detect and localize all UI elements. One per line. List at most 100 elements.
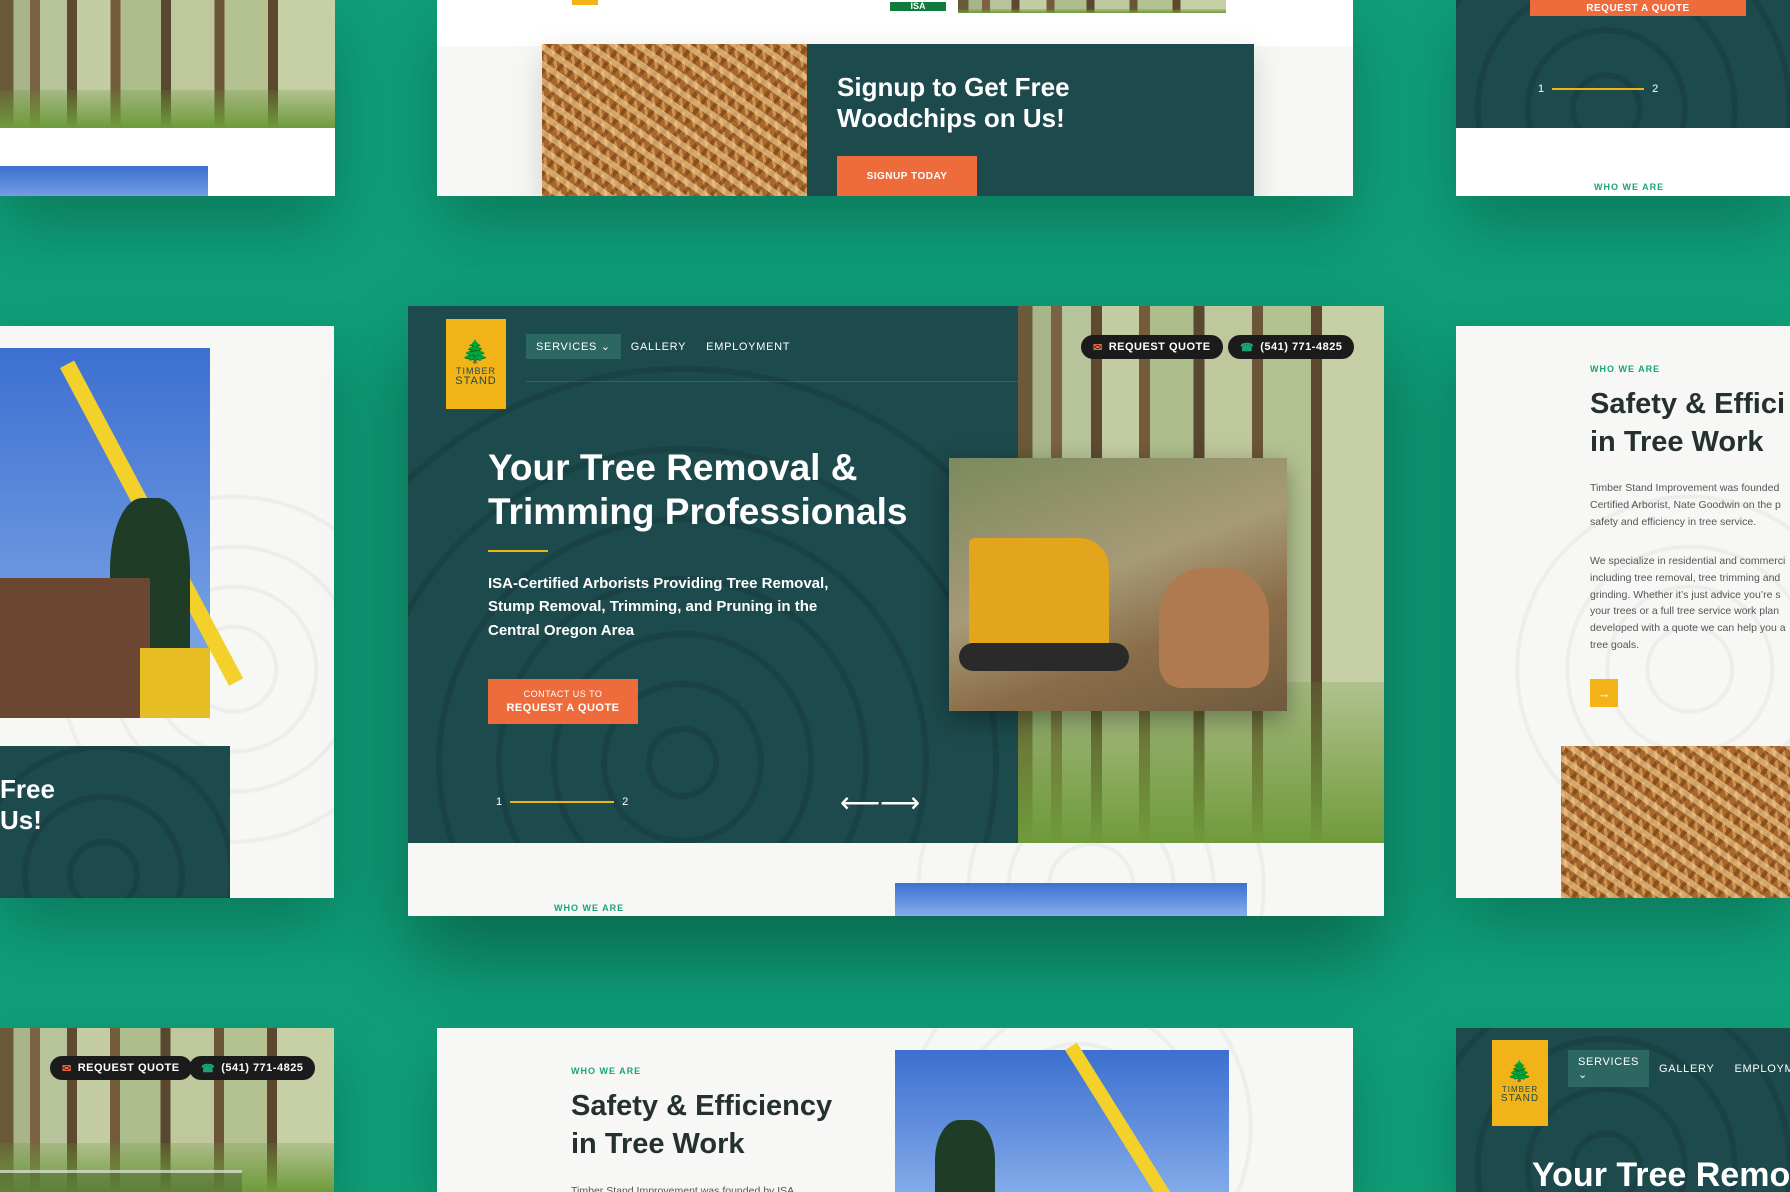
- nav-services[interactable]: SERVICES ⌄: [526, 334, 621, 359]
- hero-title-line2: Trimming Professionals: [488, 491, 908, 533]
- cta-small-label: CONTACT US TO: [523, 689, 603, 699]
- portfolio-mockup-background: { "brand": { "name_top": "TIMBER", "name…: [0, 0, 1790, 1192]
- stump-grinder-photo: [949, 458, 1287, 711]
- signup-title-line2: Woodchips on Us!: [837, 103, 1065, 134]
- p1-line: Certified Arborist, Nate Goodwin on the …: [1590, 498, 1781, 511]
- forest-photo: [0, 1028, 334, 1192]
- card-top-left: [0, 0, 335, 196]
- chevron-down-icon: ⌄: [1578, 1069, 1588, 1081]
- slide-progress-bar: [1552, 88, 1645, 90]
- slide-end: 2: [1652, 83, 1659, 95]
- phone-icon: ☎: [201, 1062, 216, 1075]
- hero-fragment: [1456, 0, 1790, 128]
- prev-arrow-icon[interactable]: ⟵: [840, 786, 880, 819]
- crane-photo: [0, 348, 244, 718]
- who-we-are-eyebrow: WHO WE ARE: [1594, 182, 1665, 192]
- who-we-are-eyebrow: WHO WE ARE: [554, 903, 625, 913]
- signup-title: Signup to Get Free Woodchips on Us!: [837, 72, 1070, 134]
- phone-pill[interactable]: ☎ (541) 771-4825: [189, 1056, 316, 1080]
- envelope-icon: ✉: [62, 1062, 72, 1075]
- about-strip: WHO WE ARE: [408, 843, 1384, 916]
- pine-trees-icon: 🌲: [461, 339, 491, 364]
- who-we-are-eyebrow: WHO WE ARE: [1590, 364, 1661, 374]
- about-title-line1: Safety & Effici: [1590, 388, 1785, 420]
- nav-gallery[interactable]: GALLERY: [1649, 1057, 1724, 1081]
- chevron-down-icon: ⌄: [600, 341, 611, 353]
- arrow-right-button[interactable]: →: [1590, 679, 1618, 707]
- nav-services[interactable]: SERVICES ⌄: [1568, 1050, 1650, 1087]
- slide-end: 2: [622, 796, 629, 808]
- p2-line: We specialize in residential and commerc…: [1590, 555, 1786, 567]
- p2-line: including tree removal, tree trimming an…: [1590, 571, 1781, 584]
- who-we-are-eyebrow: WHO WE ARE: [571, 1066, 642, 1076]
- signup-title-partial: Free Us!: [0, 774, 55, 836]
- phone-pill[interactable]: ☎ (541) 771-4825: [1228, 335, 1355, 359]
- about-paragraph-2: We specialize in residential and commerc…: [1590, 553, 1786, 654]
- signup-banner-fragment: Free Us!: [0, 746, 230, 898]
- crane-photo-edge: [895, 883, 1247, 916]
- phone-label: (541) 771-4825: [1260, 341, 1343, 353]
- card-bottom-right: 🌲 TIMBER STAND SERVICES ⌄ GALLERY EMPLOY…: [1456, 1028, 1790, 1192]
- request-quote-pill[interactable]: ✉ REQUEST QUOTE: [50, 1056, 192, 1080]
- main-nav: SERVICES ⌄ GALLERY EMPLOYMENT: [1568, 1050, 1790, 1087]
- forest-photo: [0, 0, 335, 128]
- nav-gallery[interactable]: GALLERY: [621, 335, 696, 359]
- photo-frame: [0, 1170, 242, 1192]
- phone-label: (541) 771-4825: [221, 1062, 304, 1074]
- request-a-quote-cta[interactable]: CONTACT US TO REQUEST A QUOTE: [488, 679, 638, 724]
- request-quote-button-partial[interactable]: REQUEST A QUOTE: [1530, 0, 1746, 16]
- photo-strip: [958, 0, 1226, 13]
- timber-stand-logo[interactable]: 🌲 TIMBER STAND: [1492, 1040, 1548, 1126]
- crane-cab: [140, 648, 210, 718]
- next-arrow-icon[interactable]: ⟶: [880, 786, 920, 819]
- about-paragraph-1: Timber Stand Improvement was founded Cer…: [1590, 480, 1781, 530]
- p1-line: safety and efficiency in tree service.: [1590, 515, 1757, 528]
- signup-button[interactable]: SIGNUP TODAY: [837, 156, 977, 196]
- crane-boom: [1065, 1042, 1194, 1192]
- main-nav: SERVICES ⌄ GALLERY EMPLOYMENT: [526, 334, 800, 359]
- grinder-machine: [969, 538, 1109, 658]
- about-title-line1: Safety & Efficiency: [571, 1090, 833, 1122]
- card-middle-left: Free Us!: [0, 326, 334, 898]
- stump: [1159, 568, 1269, 688]
- hero-slide-indicator[interactable]: 1 2: [496, 796, 628, 808]
- slide-start: 1: [496, 796, 503, 808]
- nav-employment[interactable]: EMPLOYMENT: [1724, 1057, 1790, 1081]
- card-top-right: REQUEST A QUOTE 1 2 WHO WE ARE: [1456, 0, 1790, 196]
- hero-title-line1: Your Tree Removal &: [488, 447, 858, 488]
- house-shape: [0, 578, 150, 718]
- request-quote-pill[interactable]: ✉ REQUEST QUOTE: [1081, 335, 1223, 359]
- p2-line: tree goals.: [1590, 638, 1640, 651]
- about-paragraph-partial: Timber Stand Improvement was founded by …: [571, 1185, 795, 1192]
- tree-shape: [935, 1120, 995, 1192]
- request-quote-label: REQUEST QUOTE: [1108, 341, 1211, 353]
- card-bottom-left: ✉ REQUEST QUOTE ☎ (541) 771-4825: [0, 1028, 334, 1192]
- woodchips-image: [542, 44, 807, 196]
- phone-icon: ☎: [1240, 341, 1255, 354]
- envelope-icon: ✉: [1093, 341, 1103, 354]
- p2-line: developed with a quote we can help you a: [1590, 622, 1786, 635]
- signup-partial-line2: Us!: [0, 805, 42, 836]
- logo-text-bottom: STAND: [455, 375, 497, 387]
- gold-marker: [572, 0, 598, 5]
- crane-photo: [895, 1042, 1229, 1192]
- slide-indicator[interactable]: 1 2: [1538, 83, 1658, 95]
- signup-banner: Signup to Get Free Woodchips on Us! SIGN…: [542, 44, 1254, 196]
- request-quote-label: REQUEST QUOTE: [77, 1062, 180, 1074]
- hero-title-partial: Your Tree Remo: [1532, 1156, 1790, 1192]
- about-title-line2: in Tree Work: [1590, 425, 1764, 458]
- card-bottom-center: WHO WE ARE Safety & Efficiency in Tree W…: [437, 1028, 1353, 1192]
- p2-line: grinding. Whether it’s just advice you’r…: [1590, 588, 1781, 601]
- slide-start: 1: [1538, 83, 1545, 95]
- p2-line: your trees or a full tree service work p…: [1590, 605, 1780, 618]
- logo-text-bottom: STAND: [1500, 1093, 1540, 1104]
- about-title: Safety & Efficiency in Tree Work: [571, 1088, 832, 1163]
- nav-employment[interactable]: EMPLOYMENT: [696, 335, 800, 359]
- card-top-center: ISA Signup to Get Free Woodchips on Us! …: [437, 0, 1353, 196]
- crane-photo-edge: [0, 166, 208, 196]
- timber-stand-logo[interactable]: 🌲 TIMBER STAND: [446, 319, 506, 409]
- woodchips-image: [1561, 746, 1790, 898]
- isa-badge-icon: ISA: [888, 0, 948, 13]
- signup-button-label: SIGNUP TODAY: [866, 170, 948, 182]
- nav-divider: [526, 381, 1018, 382]
